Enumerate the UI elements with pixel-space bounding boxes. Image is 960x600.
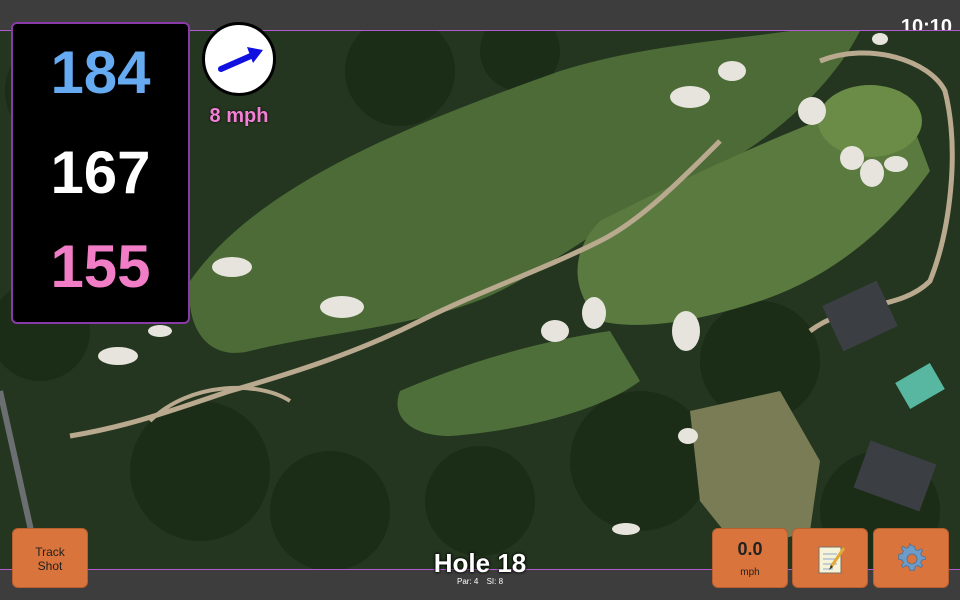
wind-arrow-icon bbox=[218, 47, 263, 72]
gear-icon bbox=[898, 543, 926, 571]
speed-value: 0.0 bbox=[737, 539, 763, 559]
hole-info: Par: 4 SI: 8 bbox=[380, 577, 580, 586]
speed-unit: mph bbox=[740, 567, 760, 578]
front-distance: 155 bbox=[50, 233, 151, 300]
wind-dial bbox=[202, 22, 276, 96]
notes-button[interactable] bbox=[792, 528, 868, 588]
notepad-icon bbox=[818, 546, 846, 574]
hole-par: Par: 4 bbox=[456, 577, 479, 586]
wind-speed: 8 mph bbox=[209, 105, 269, 127]
track-shot-label: Track Shot bbox=[35, 545, 65, 573]
hole-stroke-index: SI: 8 bbox=[486, 577, 504, 586]
settings-button[interactable] bbox=[873, 528, 949, 588]
track-shot-button[interactable]: Track Shot bbox=[12, 528, 88, 588]
middle-distance: 167 bbox=[50, 139, 151, 206]
speed-button[interactable]: 0.0 mph bbox=[712, 528, 788, 588]
golf-gps-app: 10:10 184 167 155 8 mph Track Shot Hole … bbox=[0, 0, 960, 600]
distance-panel: 184 167 155 bbox=[11, 22, 190, 324]
hole-title: Hole 18 bbox=[433, 548, 527, 578]
back-distance: 184 bbox=[50, 39, 151, 106]
